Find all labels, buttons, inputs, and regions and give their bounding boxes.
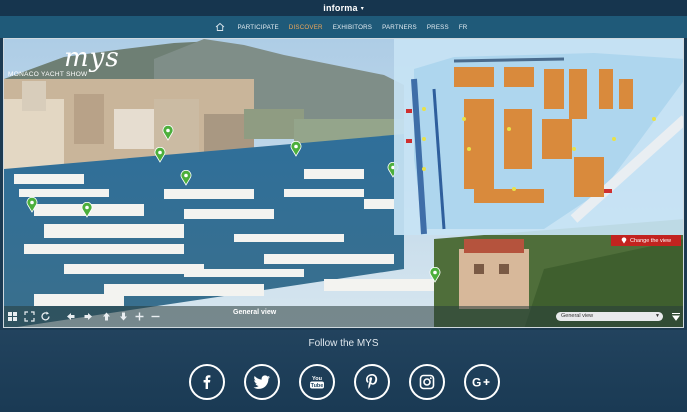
location-icon: [621, 237, 627, 244]
chevron-down-icon: ▼: [655, 313, 660, 319]
follow-heading: Follow the MYS: [308, 338, 379, 349]
map-pin-icon[interactable]: [429, 267, 441, 283]
nav-partners[interactable]: PARTNERS: [382, 24, 417, 31]
nav-exhibitors[interactable]: EXHIBITORS: [333, 24, 372, 31]
panorama-viewer[interactable]: mys MONACO YACHT SHOW Change the view Ge…: [3, 38, 684, 328]
brand-dropdown-caret[interactable]: ▾: [361, 5, 364, 12]
informa-brand[interactable]: informa: [323, 3, 357, 13]
view-select-value: General view: [561, 313, 594, 319]
main-nav: PARTICIPATE DISCOVER EXHIBITORS PARTNERS…: [0, 16, 687, 38]
view-select[interactable]: General view ▼: [556, 312, 663, 321]
logo-mark: mys: [64, 43, 120, 73]
zoom-in-icon[interactable]: [134, 311, 145, 322]
youtube-icon[interactable]: You Tube: [299, 364, 335, 400]
nav-language-fr[interactable]: FR: [459, 24, 468, 31]
menu-toggle-icon[interactable]: [671, 312, 681, 322]
grid-view-icon[interactable]: [7, 311, 18, 322]
svg-text:G: G: [472, 376, 481, 390]
nav-press[interactable]: PRESS: [427, 24, 449, 31]
footer: Follow the MYS You Tube G: [0, 330, 687, 412]
twitter-icon[interactable]: [244, 364, 280, 400]
fullscreen-icon[interactable]: [24, 311, 35, 322]
arrow-up-icon[interactable]: [101, 311, 112, 322]
current-view-label: General view: [233, 309, 277, 316]
autorotate-icon[interactable]: [40, 311, 51, 322]
instagram-icon[interactable]: [409, 364, 445, 400]
map-pin-icon[interactable]: [290, 141, 302, 157]
logo-subtitle: MONACO YACHT SHOW: [8, 71, 88, 78]
zoom-out-icon[interactable]: [150, 311, 161, 322]
top-brand-bar: informa ▾: [0, 0, 687, 16]
change-view-label: Change the view: [630, 237, 671, 244]
map-pin-icon[interactable]: [162, 125, 174, 141]
marina-minimap[interactable]: [394, 39, 684, 235]
google-plus-icon[interactable]: G: [464, 364, 500, 400]
facebook-icon[interactable]: [189, 364, 225, 400]
svg-text:You: You: [312, 376, 322, 382]
svg-text:Tube: Tube: [311, 383, 324, 389]
map-pin-icon[interactable]: [26, 197, 38, 213]
arrow-right-icon[interactable]: [83, 311, 94, 322]
map-pin-icon[interactable]: [180, 170, 192, 186]
nav-participate[interactable]: PARTICIPATE: [238, 24, 279, 31]
change-view-button[interactable]: Change the view: [611, 235, 681, 246]
map-pin-icon[interactable]: [154, 147, 166, 163]
map-pin-icon[interactable]: [81, 202, 93, 218]
home-icon[interactable]: [215, 22, 225, 32]
nav-discover[interactable]: DISCOVER: [289, 24, 323, 31]
arrow-left-icon[interactable]: [65, 311, 76, 322]
arrow-down-icon[interactable]: [118, 311, 129, 322]
pinterest-icon[interactable]: [354, 364, 390, 400]
viewer-control-bar: General view General view ▼: [4, 306, 683, 327]
